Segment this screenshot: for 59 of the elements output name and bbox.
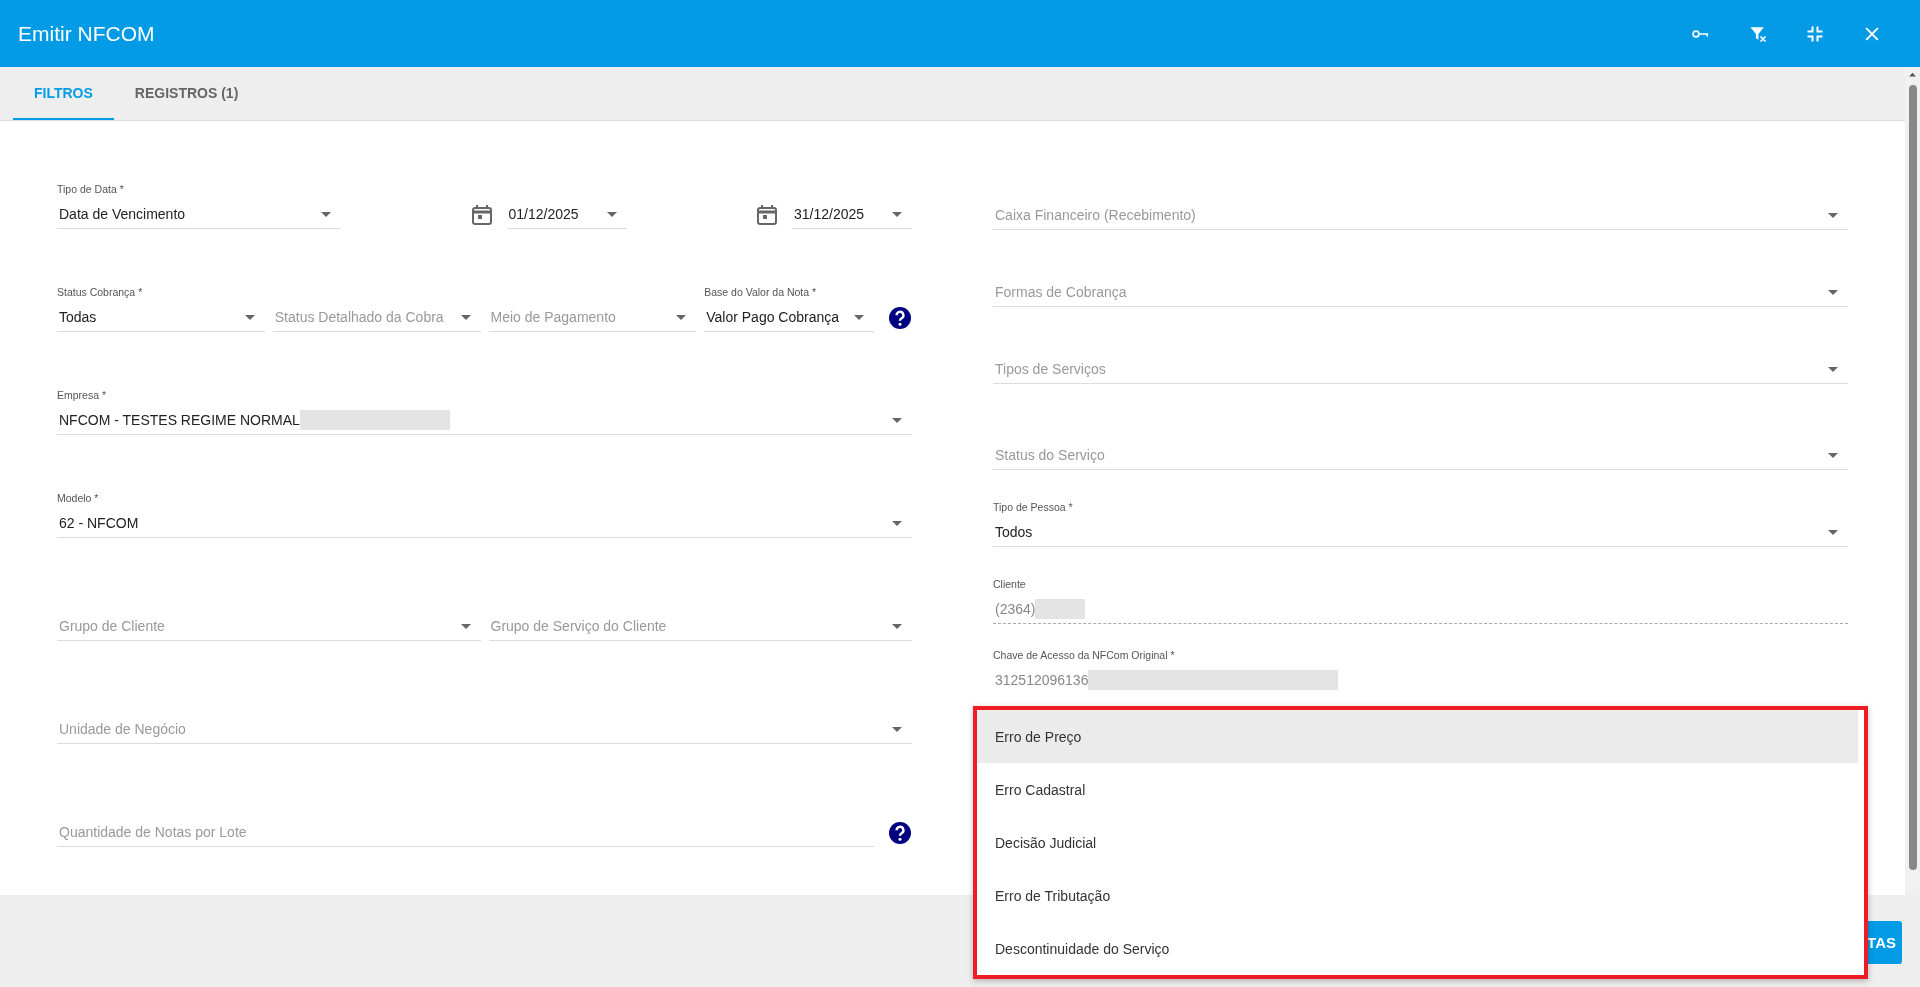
select-field[interactable]: NFCOM - TESTES REGIME NORMAL xyxy=(57,406,912,435)
select-field[interactable]: 62 - NFCOM xyxy=(57,509,912,538)
calendar-icon[interactable] xyxy=(469,202,494,227)
window-title: Emitir NFCOM xyxy=(18,21,156,46)
date-field[interactable]: 31/12/2025 xyxy=(792,200,912,229)
field-label: Empresa * xyxy=(57,389,108,401)
menu-option[interactable]: Decisão Judicial xyxy=(977,816,1858,869)
caret-icon xyxy=(892,726,902,732)
caret-icon xyxy=(892,623,902,629)
menu-option[interactable]: Descontinuidade do Serviço xyxy=(977,922,1858,975)
lookup-field[interactable]: (2364) xyxy=(993,595,1848,624)
select-field[interactable]: Unidade de Negócio xyxy=(57,715,912,744)
caret-icon xyxy=(1828,529,1838,535)
select-field[interactable]: Status Detalhado da Cobra xyxy=(272,303,481,332)
select-field[interactable]: Caixa Financeiro (Recebimento) xyxy=(993,201,1848,230)
select-field[interactable]: Grupo de Cliente xyxy=(57,612,481,641)
help-icon[interactable] xyxy=(888,305,912,330)
field-label: Modelo * xyxy=(57,492,100,504)
menu-option[interactable]: Erro de Preço xyxy=(977,710,1858,763)
calendar-icon[interactable] xyxy=(755,202,779,227)
caret-icon xyxy=(244,314,255,320)
text-field[interactable]: 312512096136 xyxy=(993,666,1848,694)
select-field[interactable]: Tipos de Serviços xyxy=(993,355,1848,384)
caret-icon xyxy=(892,520,902,526)
select-field[interactable]: Todas xyxy=(57,303,265,332)
caret-icon xyxy=(606,211,617,217)
input-field[interactable]: Quantidade de Notas por Lote xyxy=(57,818,874,847)
field-label: Base do Valor da Nota * xyxy=(704,286,818,298)
scrollbar[interactable] xyxy=(1905,67,1920,895)
caret-icon xyxy=(1828,452,1838,458)
caret-icon xyxy=(1828,212,1838,218)
caret-icon xyxy=(892,211,902,217)
field-label: Status Cobrança * xyxy=(57,286,144,298)
select-field[interactable]: Todos xyxy=(993,518,1848,547)
field-label: Cliente xyxy=(993,578,1027,590)
caret-icon xyxy=(321,211,331,217)
menu-option[interactable]: Erro Cadastral xyxy=(977,763,1858,816)
select-field[interactable]: Grupo de Serviço do Cliente xyxy=(488,612,912,641)
caret-icon xyxy=(460,314,471,320)
scrollbar-thumb[interactable] xyxy=(1908,85,1917,870)
menu-option[interactable]: Erro de Tributação xyxy=(977,869,1858,922)
caret-icon xyxy=(676,314,687,320)
date-field[interactable]: 01/12/2025 xyxy=(506,200,627,229)
field-label: Tipo de Data * xyxy=(57,183,125,195)
caret-icon xyxy=(892,417,902,423)
tab[interactable]: REGISTROS (1) xyxy=(113,67,260,120)
scroll-up-icon[interactable] xyxy=(1908,70,1917,79)
caret-icon xyxy=(460,623,471,629)
select-field[interactable]: Valor Pago Cobrança xyxy=(704,303,874,332)
select-field[interactable]: Formas de Cobrança xyxy=(993,278,1848,307)
select-field[interactable]: Data de Vencimento xyxy=(57,200,341,229)
field-label: Chave de Acesso da NFCom Original * xyxy=(993,649,1176,661)
select-field[interactable]: Meio de Pagamento xyxy=(488,303,697,332)
caret-icon xyxy=(1828,366,1838,372)
field-label: Tipo de Pessoa * xyxy=(993,501,1074,513)
select-field[interactable]: Status do Serviço xyxy=(993,441,1848,470)
help-icon[interactable] xyxy=(888,820,912,845)
caret-icon xyxy=(854,314,864,320)
caret-icon xyxy=(1828,289,1838,295)
